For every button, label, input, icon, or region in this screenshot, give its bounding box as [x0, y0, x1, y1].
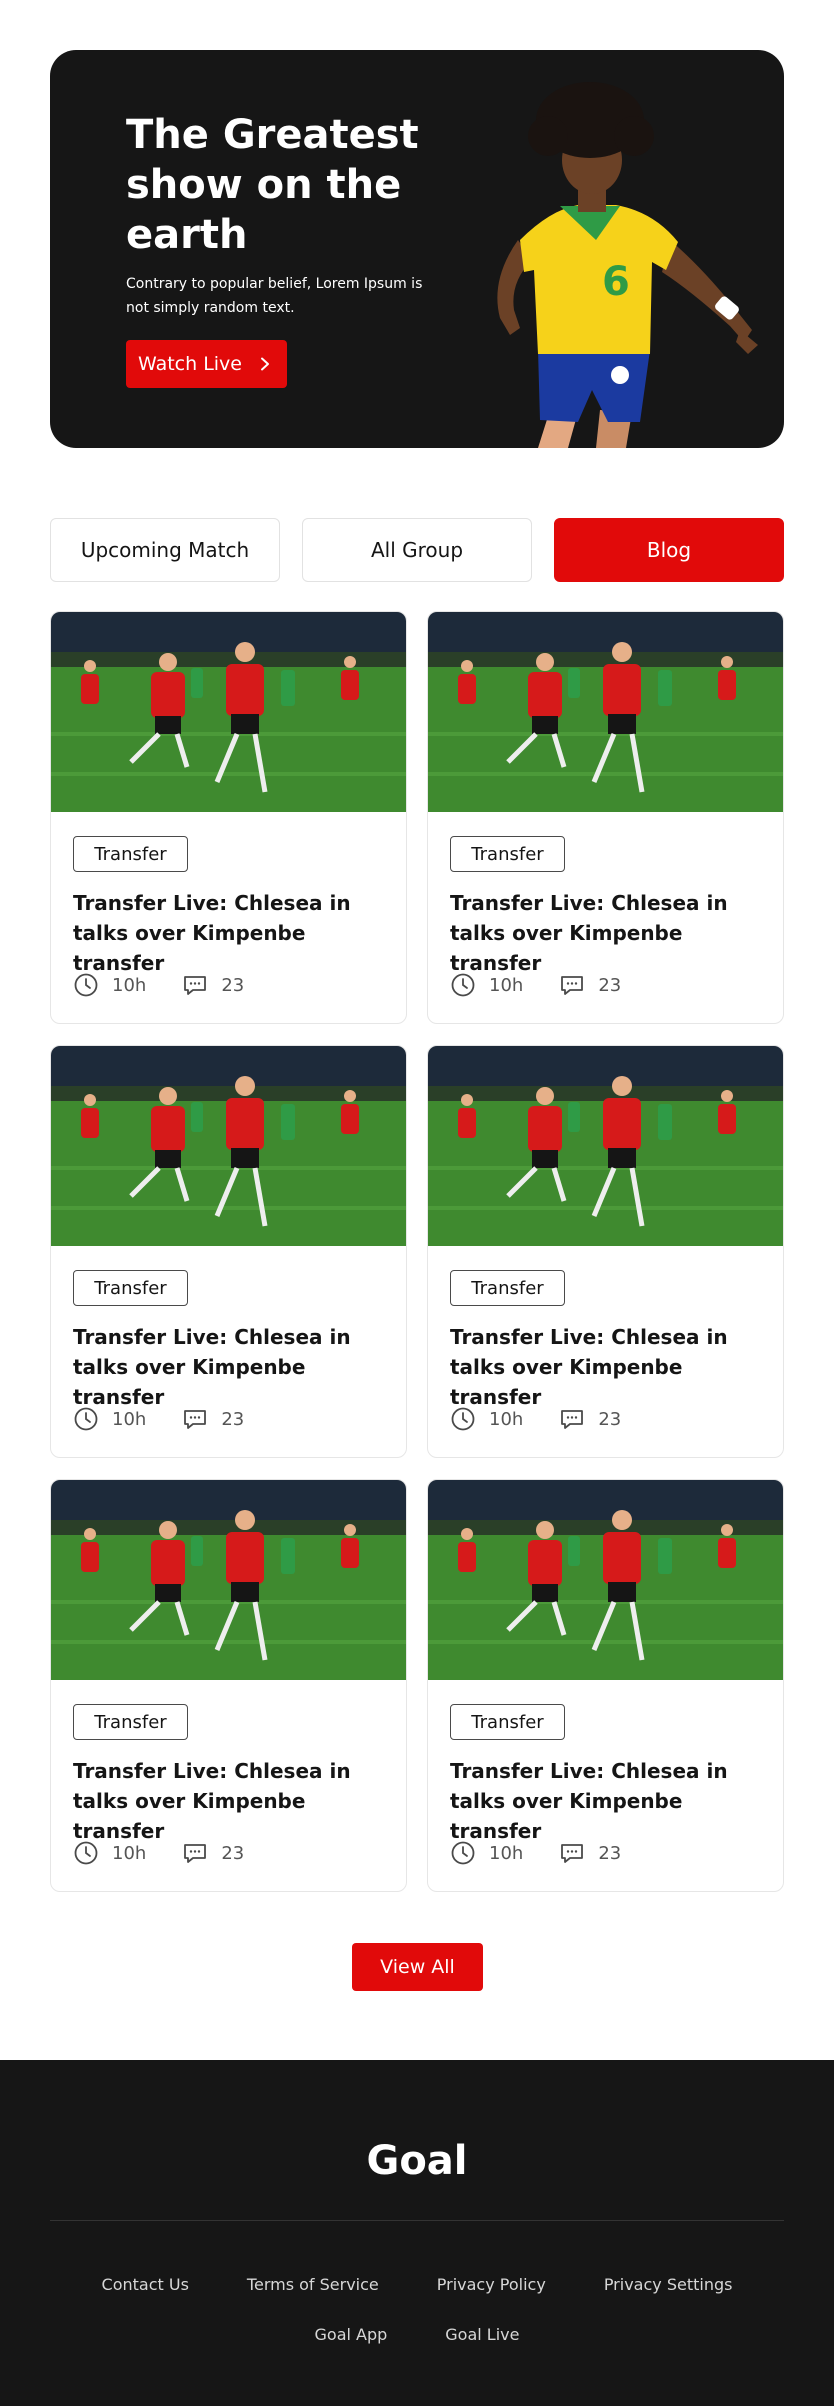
blog-card[interactable]: Transfer Transfer Live: Chlesea in talks…: [50, 1479, 407, 1892]
card-title[interactable]: Transfer Live: Chlesea in talks over Kim…: [450, 1322, 770, 1412]
card-time-value: 10h: [489, 1842, 524, 1864]
footer-links-row1: Contact Us Terms of Service Privacy Poli…: [0, 2275, 834, 2294]
footer-link-privacy-settings[interactable]: Privacy Settings: [604, 2275, 733, 2294]
card-comments-count: 23: [598, 974, 622, 996]
card-meta: 10h 23: [73, 1840, 280, 1866]
card-title[interactable]: Transfer Live: Chlesea in talks over Kim…: [73, 1756, 393, 1846]
card-title[interactable]: Transfer Live: Chlesea in talks over Kim…: [450, 1756, 770, 1846]
card-image: [51, 1480, 406, 1680]
card-time-value: 10h: [489, 1408, 524, 1430]
card-comments: 23: [559, 972, 621, 998]
comment-icon: [184, 976, 207, 995]
card-tag[interactable]: Transfer: [73, 1270, 188, 1306]
card-tag[interactable]: Transfer: [450, 1704, 565, 1740]
watch-live-button[interactable]: Watch Live: [126, 340, 287, 388]
svg-text:6: 6: [602, 259, 630, 305]
card-tag-label: Transfer: [471, 843, 544, 865]
tab-blog-label: Blog: [646, 538, 692, 562]
footer-divider: [50, 2220, 784, 2221]
card-comments-count: 23: [221, 1842, 245, 1864]
clock-icon: [74, 973, 98, 997]
footer-logo[interactable]: Goal: [0, 2136, 834, 2186]
footer-link-privacy-policy[interactable]: Privacy Policy: [437, 2275, 546, 2294]
blog-card[interactable]: Transfer Transfer Live: Chlesea in talks…: [427, 1479, 784, 1892]
card-time: 10h: [73, 972, 146, 998]
card-comments: 23: [559, 1840, 621, 1866]
card-image: [428, 612, 783, 812]
card-tag-label: Transfer: [94, 1277, 167, 1299]
card-image: [51, 1046, 406, 1246]
card-image: [428, 1046, 783, 1246]
card-tag-label: Transfer: [471, 1711, 544, 1733]
view-all-label: View All: [380, 1956, 455, 1978]
card-meta: 10h 23: [73, 1406, 280, 1432]
blog-card[interactable]: Transfer Transfer Live: Chlesea in talks…: [427, 611, 784, 1024]
chevron-right-icon: [261, 357, 269, 371]
card-time-value: 10h: [489, 974, 524, 996]
card-tag-label: Transfer: [94, 1711, 167, 1733]
hero-player-image: 6: [497, 82, 758, 448]
tab-upcoming-match[interactable]: Upcoming Match: [50, 518, 280, 582]
comment-icon: [561, 1844, 584, 1863]
clock-icon: [74, 1841, 98, 1865]
card-tag-label: Transfer: [94, 843, 167, 865]
card-comments-count: 23: [598, 1842, 622, 1864]
view-all-button[interactable]: View All: [352, 1943, 483, 1991]
hero-banner: The Greatest show on the earth Contrary …: [50, 50, 784, 448]
hero-title: The Greatest show on the earth: [126, 112, 419, 258]
card-time: 10h: [450, 1406, 523, 1432]
card-title[interactable]: Transfer Live: Chlesea in talks over Kim…: [450, 888, 770, 978]
card-image: [428, 1480, 783, 1680]
card-time-value: 10h: [112, 1408, 147, 1430]
card-comments-count: 23: [221, 1408, 245, 1430]
blog-card[interactable]: Transfer Transfer Live: Chlesea in talks…: [50, 611, 407, 1024]
tab-all-group-label: All Group: [370, 538, 464, 562]
card-meta: 10h 23: [450, 972, 657, 998]
card-time-value: 10h: [112, 974, 147, 996]
comment-icon: [561, 1410, 584, 1429]
clock-icon: [451, 1841, 475, 1865]
blog-card[interactable]: Transfer Transfer Live: Chlesea in talks…: [50, 1045, 407, 1458]
card-meta: 10h 23: [450, 1840, 657, 1866]
card-time: 10h: [73, 1840, 146, 1866]
card-meta: 10h 23: [73, 972, 280, 998]
tab-upcoming-match-label: Upcoming Match: [80, 538, 250, 562]
footer-link-goal-app[interactable]: Goal App: [315, 2325, 388, 2344]
footer-link-contact-us[interactable]: Contact Us: [102, 2275, 189, 2294]
card-tag[interactable]: Transfer: [73, 1704, 188, 1740]
card-tag-label: Transfer: [471, 1277, 544, 1299]
comment-icon: [561, 976, 584, 995]
clock-icon: [74, 1407, 98, 1431]
footer-link-goal-live[interactable]: Goal Live: [445, 2325, 519, 2344]
card-comments: 23: [182, 972, 244, 998]
card-meta: 10h 23: [450, 1406, 657, 1432]
card-comments-count: 23: [598, 1408, 622, 1430]
comment-icon: [184, 1410, 207, 1429]
card-time: 10h: [450, 1840, 523, 1866]
card-time: 10h: [73, 1406, 146, 1432]
hero-subtitle: Contrary to popular belief, Lorem Ipsum …: [126, 276, 423, 316]
card-comments: 23: [559, 1406, 621, 1432]
footer-links-row2: Goal App Goal Live: [0, 2325, 834, 2344]
card-comments: 23: [182, 1406, 244, 1432]
footer-link-terms-of-service[interactable]: Terms of Service: [247, 2275, 379, 2294]
tab-all-group[interactable]: All Group: [302, 518, 532, 582]
card-title[interactable]: Transfer Live: Chlesea in talks over Kim…: [73, 1322, 393, 1412]
footer: Goal Contact Us Terms of Service Privacy…: [0, 2060, 834, 2406]
blog-card[interactable]: Transfer Transfer Live: Chlesea in talks…: [427, 1045, 784, 1458]
card-tag[interactable]: Transfer: [450, 1270, 565, 1306]
card-comments: 23: [182, 1840, 244, 1866]
card-time: 10h: [450, 972, 523, 998]
card-tag[interactable]: Transfer: [450, 836, 565, 872]
watch-live-label: Watch Live: [138, 353, 242, 375]
clock-icon: [451, 973, 475, 997]
card-image: [51, 612, 406, 812]
card-tag[interactable]: Transfer: [73, 836, 188, 872]
card-comments-count: 23: [221, 974, 245, 996]
card-title[interactable]: Transfer Live: Chlesea in talks over Kim…: [73, 888, 393, 978]
card-time-value: 10h: [112, 1842, 147, 1864]
clock-icon: [451, 1407, 475, 1431]
tab-blog[interactable]: Blog: [554, 518, 784, 582]
comment-icon: [184, 1844, 207, 1863]
